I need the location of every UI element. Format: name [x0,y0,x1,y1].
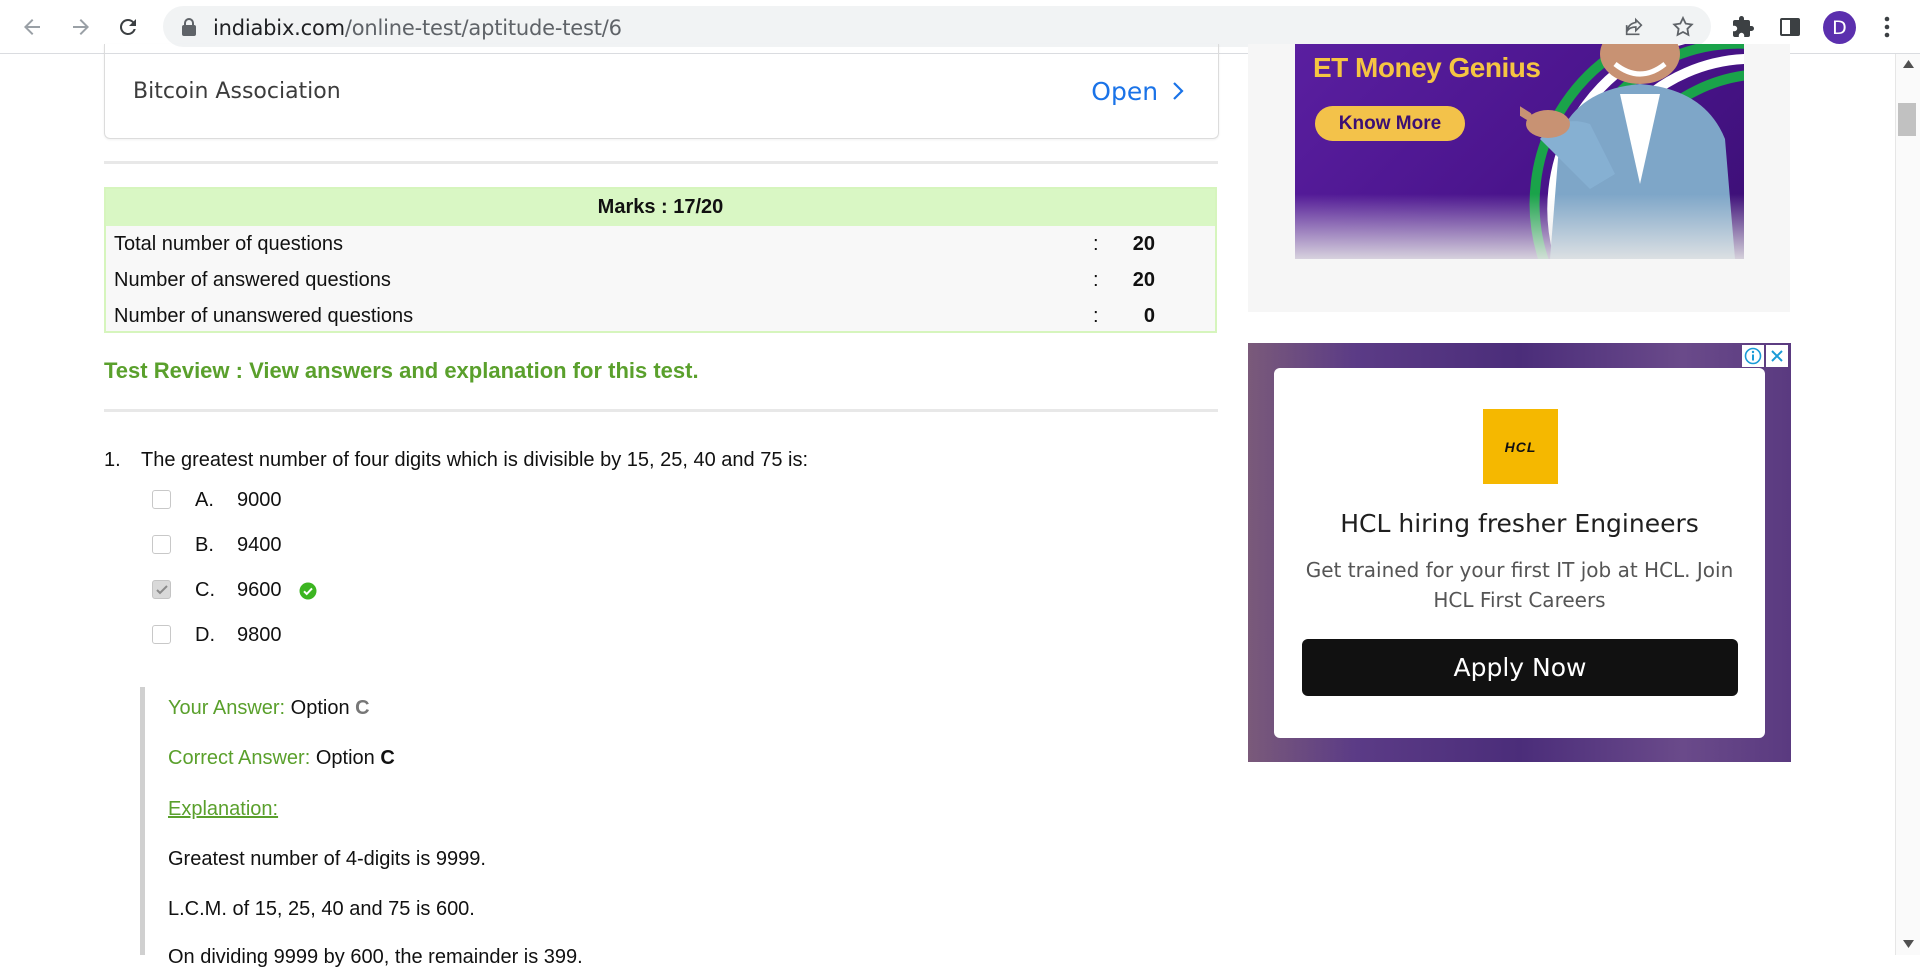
option-letter: C. [195,579,215,601]
share-icon[interactable] [1623,16,1645,38]
option-letter: A. [195,489,214,511]
checkmark-icon [156,585,168,595]
explanation-label: Explanation: [168,798,279,820]
marks-title: Marks : 17/20 [106,189,1215,226]
back-arrow-icon [24,19,40,35]
ad-info-button[interactable] [1742,345,1764,367]
option-checkbox[interactable] [152,535,171,554]
ad-banner-image[interactable]: ET Money Genius Know More [1295,44,1744,259]
address-bar[interactable]: indiabix.com/online-test/aptitude-test/6 [163,6,1711,47]
colon: : [1093,269,1099,291]
reload-button[interactable] [111,10,145,44]
company-card: Bitcoin Association Open [104,44,1219,139]
ad-description: Get trained for your first IT job at HCL… [1305,558,1734,612]
answer-block-bar [140,687,145,955]
option-checkbox-checked[interactable] [152,580,171,599]
profile-avatar[interactable]: D [1823,11,1856,44]
explanation-line: Greatest number of 4-digits is 9999. [168,848,486,870]
marks-row-value: 20 [1132,269,1155,291]
test-review-link[interactable]: Test Review : View answers and explanati… [104,358,699,384]
puzzle-icon [1733,16,1754,37]
open-label: Open [1091,77,1159,106]
option-text: 9000 [237,489,282,511]
correct-answer-label: Correct Answer: [168,747,311,769]
ad-close-button[interactable] [1766,345,1788,367]
scroll-down-arrow-icon[interactable] [1903,940,1914,948]
lock-icon [182,18,196,36]
url-host: indiabix.com [213,16,345,40]
ad-fade [1295,194,1744,259]
chevron-right-icon [1173,82,1184,100]
option-checkbox[interactable] [152,490,171,509]
advertisement-top[interactable]: ET Money Genius Know More [1248,44,1790,312]
correct-answer: Correct Answer: Option C [168,747,395,770]
reload-icon [119,18,136,35]
your-answer: Your Answer: Option C [168,697,370,720]
option-text: 9800 [237,624,282,646]
back-button[interactable] [15,10,49,44]
company-name: Bitcoin Association [133,79,341,104]
extensions-button[interactable] [1726,10,1760,44]
marks-row-label: Number of answered questions [114,269,391,291]
marks-row-value: 0 [1143,305,1155,327]
marks-row: Total number of questions : 20 [106,226,1215,262]
forward-button[interactable] [64,10,98,44]
hcl-logo: HCL [1483,409,1558,484]
your-answer-text: Option [290,697,350,719]
your-answer-label: Your Answer: [168,697,286,719]
marks-table: Marks : 17/20 Total number of questions … [104,187,1217,333]
your-answer-value: C [355,697,370,719]
open-company-link[interactable]: Open [1091,77,1184,106]
question-text: The greatest number of four digits which… [141,449,809,471]
colon: : [1093,305,1099,327]
page-scrollbar[interactable] [1895,54,1920,955]
divider [104,161,1218,164]
close-icon [1771,350,1783,362]
marks-row: Number of unanswered questions : 0 [106,298,1215,334]
apply-now-button[interactable]: Apply Now [1302,639,1738,696]
option-checkbox[interactable] [152,625,171,644]
bookmark-star-icon[interactable] [1671,15,1695,39]
correct-answer-text: Option [315,747,375,769]
scroll-up-arrow-icon[interactable] [1903,60,1914,68]
correct-check-icon [299,582,317,600]
forward-arrow-icon [73,19,89,35]
colon: : [1093,233,1099,255]
ad-title: ET Money Genius [1313,52,1541,83]
correct-answer-value: C [380,747,395,769]
scrollbar-thumb[interactable] [1898,103,1916,136]
ad-card[interactable]: HCL HCL hiring fresher Engineers Get tra… [1274,368,1765,738]
option-letter: B. [195,534,214,556]
option-text: 9600 [237,579,282,601]
question-number: 1. [104,449,121,471]
marks-row-label: Total number of questions [114,233,344,255]
side-panel-button[interactable] [1773,10,1807,44]
side-panel-icon [1780,18,1800,36]
url-text: indiabix.com/online-test/aptitude-test/6 [213,16,622,40]
explanation-line: L.C.M. of 15, 25, 40 and 75 is 600. [168,898,475,920]
advertisement-hcl[interactable]: HCL HCL hiring fresher Engineers Get tra… [1248,343,1791,762]
ad-know-more-button[interactable]: Know More [1315,106,1465,141]
browser-menu-button[interactable] [1870,10,1904,44]
url-path: /online-test/aptitude-test/6 [344,16,622,40]
option-letter: D. [195,624,215,646]
divider [104,409,1218,412]
explanation-line: On dividing 9999 by 600, the remainder i… [168,946,583,968]
option-text: 9400 [237,534,282,556]
marks-row-label: Number of unanswered questions [114,305,414,327]
more-vertical-icon [1884,16,1890,38]
marks-row-value: 20 [1132,233,1155,255]
marks-row: Number of answered questions : 20 [106,262,1215,298]
ad-title: HCL hiring fresher Engineers [1340,509,1699,538]
info-icon [1744,347,1762,365]
